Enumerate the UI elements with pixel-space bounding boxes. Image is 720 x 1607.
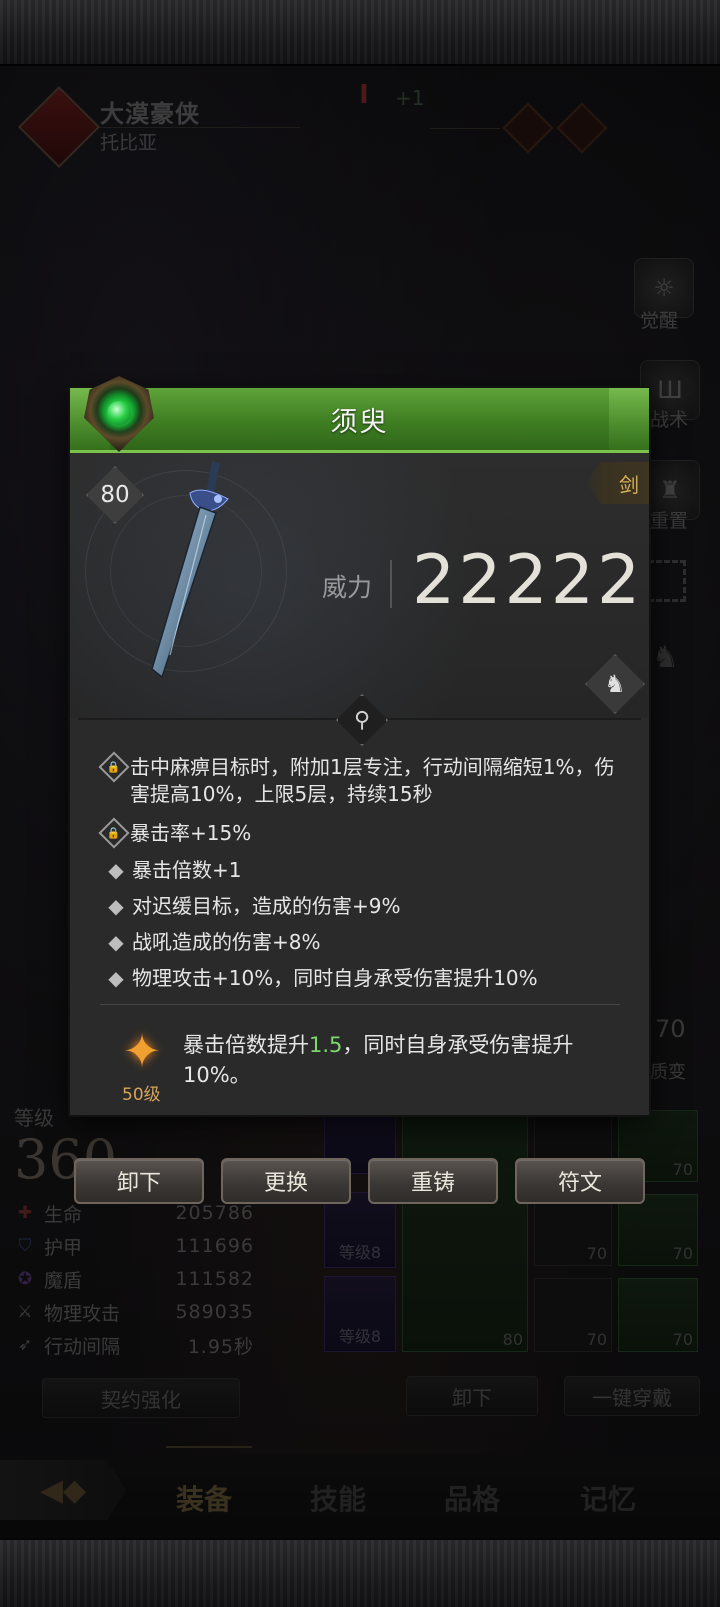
affix-text: 暴击率+15% bbox=[130, 821, 252, 845]
replace-button[interactable]: 更换 bbox=[221, 1158, 351, 1204]
popup-header: 须臾 bbox=[70, 388, 649, 453]
gem-core bbox=[107, 401, 131, 425]
affix-text: 暴击倍数+1 bbox=[132, 858, 242, 882]
affix-row: 🔒 击中麻痹目标时，附加1层专注，行动间隔缩短1%，伤害提高10%，上限5层，持… bbox=[98, 751, 630, 808]
top-stone-frame bbox=[0, 0, 720, 66]
affix-row: ◆ 物理攻击+10%，同时自身承受伤害提升10% bbox=[100, 965, 630, 992]
diamond-bullet-icon: ◆ bbox=[108, 894, 124, 918]
diamond-bullet-icon: ◆ bbox=[108, 858, 124, 882]
unequip-button[interactable]: 卸下 bbox=[74, 1158, 204, 1204]
power-value: 22222 bbox=[412, 541, 644, 620]
affix-text: 物理攻击+10%，同时自身承受伤害提升10% bbox=[132, 966, 538, 990]
affix-row: ◆ 对迟缓目标，造成的伤害+9% bbox=[100, 893, 630, 920]
affix-text: 对迟缓目标，造成的伤害+9% bbox=[132, 894, 401, 918]
affix-divider bbox=[100, 1004, 620, 1005]
critical-skill-icon: ✦ bbox=[122, 1024, 162, 1078]
diamond-bullet-icon: ◆ bbox=[108, 966, 124, 990]
skill-level-tag: 50级 bbox=[122, 1085, 161, 1105]
affix-row: ◆ 暴击倍数+1 bbox=[100, 857, 630, 884]
rune-button[interactable]: 符文 bbox=[515, 1158, 645, 1204]
bottom-stone-frame bbox=[0, 1538, 720, 1607]
skill-description: 暴击倍数提升1.5，同时自身承受伤害提升10%。 bbox=[183, 1030, 628, 1090]
lock-icon: 🔒 bbox=[98, 751, 130, 783]
reforge-button[interactable]: 重铸 bbox=[368, 1158, 498, 1204]
power-separator bbox=[390, 560, 392, 608]
power-label: 威力 bbox=[322, 573, 373, 602]
skill-highlight-value: 1.5 bbox=[309, 1033, 343, 1057]
skill-text-before: 暴击倍数提升 bbox=[183, 1033, 309, 1057]
affix-row: ◆ 战吼造成的伤害+8% bbox=[100, 929, 630, 956]
affix-text: 击中麻痹目标时，附加1层专注，行动间隔缩短1%，伤害提高10%，上限5层，持续1… bbox=[130, 755, 615, 806]
diamond-bullet-icon: ◆ bbox=[108, 930, 124, 954]
sword-icon bbox=[151, 461, 229, 679]
affix-row: 🔒 暴击率+15% bbox=[98, 817, 630, 849]
affix-text: 战吼造成的伤害+8% bbox=[132, 930, 321, 954]
item-name: 须臾 bbox=[330, 406, 389, 438]
lock-icon: 🔒 bbox=[98, 817, 130, 849]
header-wing-right bbox=[609, 388, 649, 450]
